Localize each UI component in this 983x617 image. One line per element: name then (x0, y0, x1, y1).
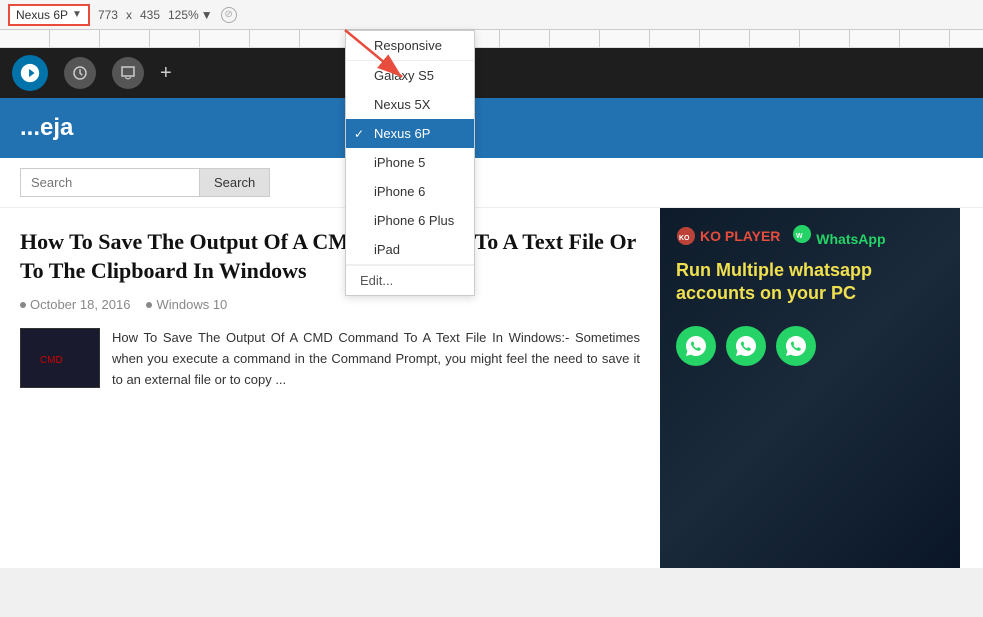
device-selector[interactable]: Nexus 6P ▼ (8, 4, 90, 26)
block-icon: ⊘ (221, 7, 237, 23)
device-dropdown-arrow: ▼ (72, 9, 82, 20)
content-right: KO KO PLAYER W WhatsApp Run Multiple wha… (660, 208, 960, 568)
search-input[interactable] (20, 168, 200, 197)
article-category-wrapper: Windows 10 (146, 297, 227, 312)
main-content: How To Save The Output Of A CMD Command … (0, 208, 983, 568)
ko-icon: KO (676, 226, 696, 246)
ruler (0, 30, 983, 48)
article-date: October 18, 2016 (30, 297, 130, 312)
article-date-wrapper: October 18, 2016 (20, 297, 130, 312)
dashboard-icon[interactable] (64, 57, 96, 89)
wordpress-icon[interactable] (12, 55, 48, 91)
dropdown-item-iphone-6-plus[interactable]: iPhone 6 Plus (346, 206, 474, 235)
content-left: How To Save The Output Of A CMD Command … (0, 208, 660, 568)
search-bar: Search (0, 158, 983, 208)
whatsapp-icon: W (792, 224, 812, 244)
wordpress-logo (19, 62, 41, 84)
dropdown-item-iphone-6[interactable]: iPhone 6 (346, 177, 474, 206)
dropdown-item-nexus-6p[interactable]: Nexus 6P (346, 119, 474, 148)
ad-text: Run Multiple whatsapp accounts on your P… (676, 259, 944, 306)
zoom-level: 125% ▼ (168, 8, 213, 22)
dropdown-item-galaxy-s5[interactable]: Galaxy S5 (346, 61, 474, 90)
whatsapp-logo: W WhatsApp (792, 224, 885, 247)
x-separator: x (126, 8, 132, 22)
wa-icon-1 (676, 326, 716, 366)
ad-banner: KO KO PLAYER W WhatsApp Run Multiple wha… (660, 208, 960, 568)
svg-text:W: W (796, 233, 803, 240)
whatsapp-bottom-icon (684, 334, 708, 358)
dropdown-item-edit[interactable]: Edit... (346, 265, 474, 295)
article-thumbnail: CMD (20, 328, 100, 388)
article-meta: October 18, 2016 Windows 10 (20, 297, 640, 312)
admin-bar: + (0, 48, 983, 98)
date-bullet-icon (20, 302, 26, 308)
comment-bubble-icon (119, 64, 137, 82)
add-new-button[interactable]: + (160, 62, 172, 85)
ad-logos: KO KO PLAYER W WhatsApp (676, 224, 944, 247)
category-bullet-icon (146, 302, 152, 308)
device-dropdown-menu: Responsive Galaxy S5 Nexus 5X Nexus 6P i… (345, 30, 475, 296)
dropdown-item-ipad[interactable]: iPad (346, 235, 474, 264)
svg-text:CMD: CMD (40, 355, 63, 366)
ko-player-logo: KO KO PLAYER (676, 226, 780, 246)
comment-icon[interactable] (112, 57, 144, 89)
article-category: Windows 10 (156, 297, 227, 312)
top-toolbar: Nexus 6P ▼ 773 x 435 125% ▼ ⊘ (0, 0, 983, 30)
width-value: 773 (98, 8, 118, 22)
site-header: ...eja (0, 98, 983, 158)
search-button[interactable]: Search (200, 168, 270, 197)
article-excerpt: CMD How To Save The Output Of A CMD Comm… (20, 328, 640, 390)
dropdown-item-iphone-5[interactable]: iPhone 5 (346, 148, 474, 177)
article-title: How To Save The Output Of A CMD Command … (20, 228, 640, 285)
device-label: Nexus 6P (16, 8, 68, 22)
article-excerpt-text: How To Save The Output Of A CMD Command … (112, 328, 640, 390)
dropdown-item-nexus-5x[interactable]: Nexus 5X (346, 90, 474, 119)
whatsapp-bottom-icon-2 (734, 334, 758, 358)
height-value: 435 (140, 8, 160, 22)
thumbnail-image: CMD (35, 343, 85, 373)
wa-icon-3 (776, 326, 816, 366)
gauge-icon (71, 64, 89, 82)
wa-icon-2 (726, 326, 766, 366)
whatsapp-bottom-icon-3 (784, 334, 808, 358)
dropdown-item-responsive[interactable]: Responsive (346, 31, 474, 60)
ad-bottom-icons (676, 326, 944, 366)
svg-text:KO: KO (679, 235, 690, 242)
site-title: ...eja (20, 114, 73, 142)
